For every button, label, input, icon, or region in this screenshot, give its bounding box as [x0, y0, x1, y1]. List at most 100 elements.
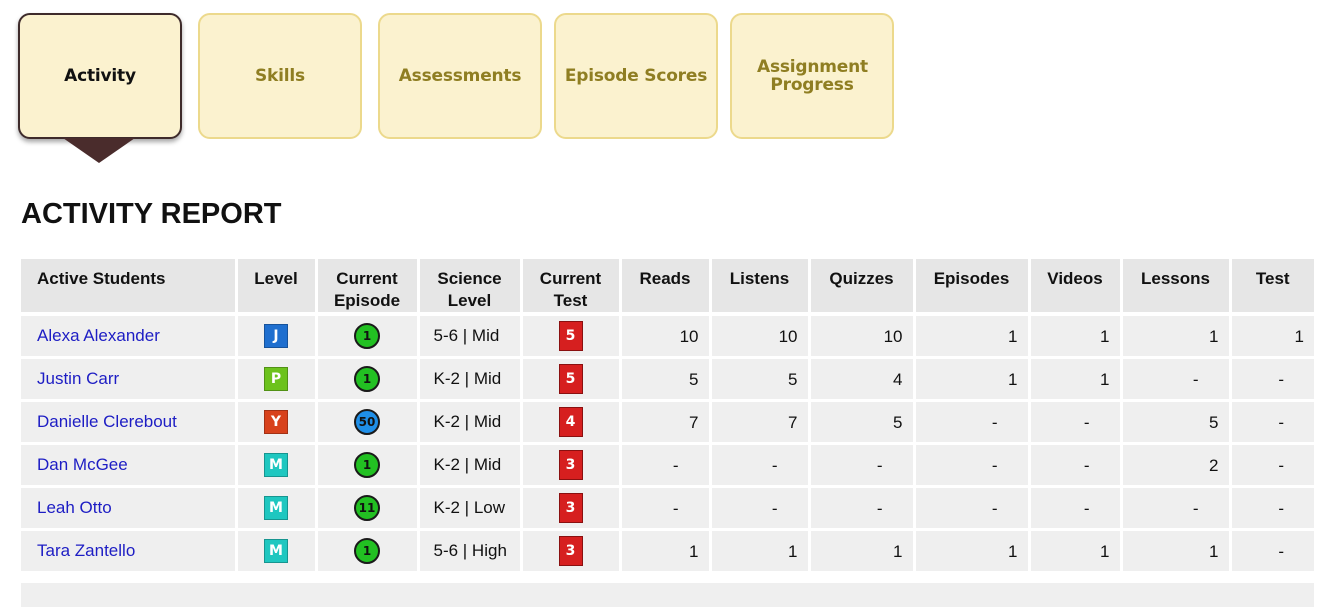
tab-assessments-label: Assessments: [398, 66, 522, 86]
listens-cell: 7: [710, 400, 811, 445]
current-episode-cell: 1: [316, 443, 420, 488]
current-test-cell: 3: [521, 443, 622, 488]
episode-badge: 1: [354, 365, 380, 392]
lessons-cell: 5: [1121, 400, 1232, 445]
episodes-cell: 1: [914, 529, 1031, 574]
videos-cell: 1: [1029, 314, 1123, 359]
reads-cell: 1: [620, 529, 712, 574]
level-badge: P: [264, 366, 288, 391]
episode-badge: 11: [354, 494, 380, 521]
current-episode-cell: 11: [316, 486, 420, 531]
test-count-cell: -: [1230, 357, 1314, 402]
videos-cell: 1: [1029, 529, 1123, 574]
tab-episode-scores-label: Episode Scores: [564, 66, 708, 86]
column-header-level: Level: [236, 259, 318, 316]
videos-cell: -: [1029, 400, 1123, 445]
current-test-badge: 3: [558, 535, 583, 566]
reads-cell: 5: [620, 357, 712, 402]
current-test-badge: 5: [558, 363, 583, 394]
test-count-cell: -: [1230, 400, 1314, 445]
current-test-cell: 4: [521, 400, 622, 445]
tab-activity-label: Activity: [64, 66, 136, 86]
quizzes-cell: 4: [809, 357, 916, 402]
table-row: Danielle Clerebout Y 50 K-2 | Mid 4 7 7 5- -5-: [21, 400, 1314, 445]
column-header-quizzes: Quizzes: [809, 259, 916, 316]
level-cell: M: [236, 443, 318, 488]
science-level-cell: K-2 | Mid: [418, 357, 523, 402]
test-count-cell: -: [1230, 443, 1314, 488]
student-name-link[interactable]: Danielle Clerebout: [37, 412, 177, 431]
student-name-link[interactable]: Justin Carr: [37, 369, 119, 388]
column-header-current-episode: Current Episode: [316, 259, 420, 316]
table-row: Tara Zantello M 1 5-6 | High 3 1 1 1 1 1 1-: [21, 529, 1314, 574]
science-level-cell: K-2 | Mid: [418, 443, 523, 488]
quizzes-cell: 10: [809, 314, 916, 359]
listens-cell: 10: [710, 314, 811, 359]
column-header-active-students: Active Students: [21, 259, 238, 316]
tab-episode-scores[interactable]: Episode Scores: [554, 13, 718, 139]
level-badge: M: [264, 495, 288, 520]
current-test-badge: 5: [558, 320, 583, 351]
current-episode-cell: 1: [316, 357, 420, 402]
quizzes-cell: 1: [809, 529, 916, 574]
level-badge: J: [264, 323, 288, 348]
student-name-cell: Alexa Alexander: [21, 314, 238, 359]
reads-cell: -: [620, 486, 712, 531]
tab-activity[interactable]: Activity: [18, 13, 182, 139]
videos-cell: 1: [1029, 357, 1123, 402]
table-row: Leah Otto M 11 K-2 | Low 3- - - - - - -: [21, 486, 1314, 531]
current-episode-cell: 50: [316, 400, 420, 445]
student-name-cell: Tara Zantello: [21, 529, 238, 574]
episode-badge: 1: [354, 537, 380, 564]
tab-assessments[interactable]: Assessments: [378, 13, 542, 139]
page-title: ACTIVITY REPORT: [21, 198, 282, 230]
student-name-link[interactable]: Alexa Alexander: [37, 326, 160, 345]
table-header: Active Students Level Current Episode Scien…: [21, 259, 1314, 316]
student-name-cell: Justin Carr: [21, 357, 238, 402]
student-name-link[interactable]: Dan McGee: [37, 455, 128, 474]
tab-skills[interactable]: Skills: [198, 13, 362, 139]
table-row: Justin Carr P 1 K-2 | Mid 5 5 5 4 1 1- -: [21, 357, 1314, 402]
current-episode-cell: 1: [316, 314, 420, 359]
tab-assignment-progress[interactable]: Assignment Progress: [730, 13, 894, 139]
science-level-cell: 5-6 | High: [418, 529, 523, 574]
active-tab-pointer: [63, 138, 135, 163]
current-test-badge: 3: [558, 492, 583, 523]
science-level-cell: 5-6 | Mid: [418, 314, 523, 359]
current-episode-cell: 1: [316, 529, 420, 574]
episodes-cell: 1: [914, 357, 1031, 402]
tab-assignment-progress-label: Assignment Progress: [757, 57, 868, 95]
report-tabs: Activity Skills Assessments Episode Scor…: [18, 13, 918, 173]
column-header-lessons: Lessons: [1121, 259, 1232, 316]
lessons-cell: 1: [1121, 314, 1232, 359]
quizzes-cell: 5: [809, 400, 916, 445]
current-test-cell: 3: [521, 529, 622, 574]
current-test-cell: 5: [521, 314, 622, 359]
lessons-cell: -: [1121, 486, 1232, 531]
current-test-badge: 3: [558, 449, 583, 480]
table-body: Alexa Alexander J 1 5-6 | Mid 5 10 10 10 1 1 1 1 Jus…: [21, 314, 1314, 574]
episodes-cell: -: [914, 443, 1031, 488]
column-header-science-level: Science Level: [418, 259, 523, 316]
episode-badge: 1: [354, 451, 380, 478]
videos-cell: -: [1029, 443, 1123, 488]
student-name-link[interactable]: Leah Otto: [37, 498, 112, 517]
listens-cell: 5: [710, 357, 811, 402]
student-name-cell: Danielle Clerebout: [21, 400, 238, 445]
science-level-cell: K-2 | Low: [418, 486, 523, 531]
table-row: Dan McGee M 1 K-2 | Mid 3- - - - -2-: [21, 443, 1314, 488]
episodes-cell: -: [914, 400, 1031, 445]
lessons-cell: 2: [1121, 443, 1232, 488]
table-footer-row: [21, 583, 1314, 607]
column-header-episodes: Episodes: [914, 259, 1031, 316]
episode-badge: 1: [354, 322, 380, 349]
level-badge: M: [264, 538, 288, 563]
videos-cell: -: [1029, 486, 1123, 531]
quizzes-cell: -: [809, 443, 916, 488]
lessons-cell: -: [1121, 357, 1232, 402]
level-badge: M: [264, 452, 288, 477]
level-cell: J: [236, 314, 318, 359]
test-count-cell: 1: [1230, 314, 1314, 359]
student-name-link[interactable]: Tara Zantello: [37, 541, 135, 560]
column-header-listens: Listens: [710, 259, 811, 316]
